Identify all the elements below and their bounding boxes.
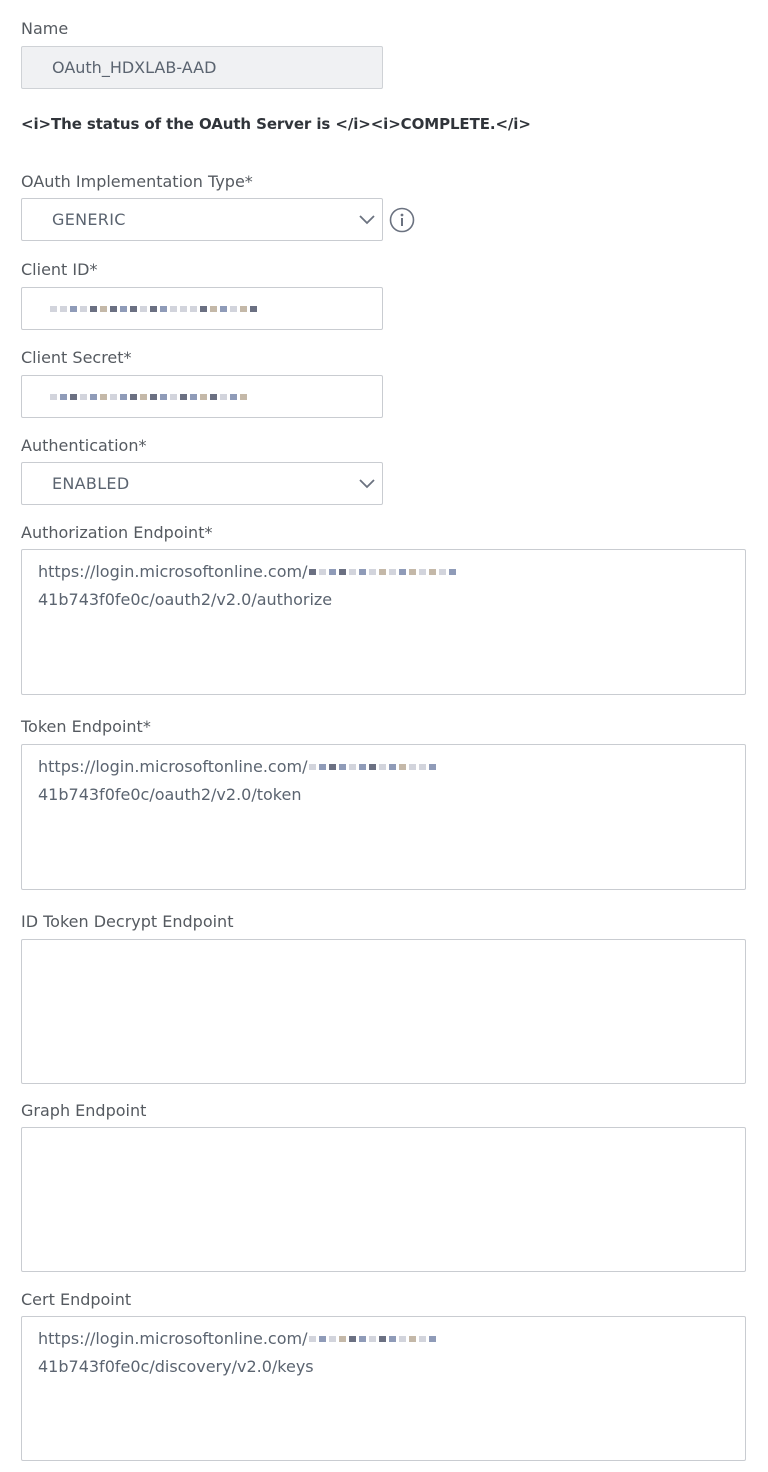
name-input[interactable]: OAuth_HDXLAB-AAD [21,46,383,89]
name-value: OAuth_HDXLAB-AAD [52,58,217,77]
token-endpoint-line2: 41b743f0fe0c/oauth2/v2.0/token [38,785,302,804]
client-id-redacted-value [48,288,257,329]
implementation-type-label: OAuth Implementation Type* [21,172,253,191]
client-secret-redacted-value [48,376,247,417]
token-endpoint-line1: https://login.microsoftonline.com/ [38,757,308,776]
cert-endpoint-label: Cert Endpoint [21,1290,132,1309]
info-circle-icon[interactable] [389,207,415,233]
chevron-down-icon [359,214,375,224]
redaction-mask [309,1336,437,1342]
authorization-endpoint-line2: 41b743f0fe0c/oauth2/v2.0/authorize [38,590,333,609]
client-secret-label: Client Secret* [21,348,132,367]
graph-endpoint-textarea[interactable] [21,1127,746,1272]
redaction-mask [50,305,257,312]
client-id-input[interactable] [21,287,383,330]
implementation-type-select[interactable]: GENERIC [21,198,383,241]
client-id-label: Client ID* [21,260,98,279]
token-endpoint-label: Token Endpoint* [21,717,151,736]
id-token-decrypt-endpoint-textarea[interactable] [21,939,746,1084]
authentication-label: Authentication* [21,436,147,455]
cert-endpoint-line1: https://login.microsoftonline.com/ [38,1329,308,1348]
chevron-down-icon [359,478,375,488]
id-token-decrypt-endpoint-label: ID Token Decrypt Endpoint [21,912,234,931]
redaction-mask [309,569,457,575]
graph-endpoint-label: Graph Endpoint [21,1101,147,1120]
cert-endpoint-line2: 41b743f0fe0c/discovery/v2.0/keys [38,1357,314,1376]
authentication-value: ENABLED [52,474,130,493]
authorization-endpoint-label: Authorization Endpoint* [21,523,213,542]
authorization-endpoint-line1: https://login.microsoftonline.com/ [38,562,308,581]
authorization-endpoint-textarea[interactable]: https://login.microsoftonline.com/ 41b74… [21,549,746,695]
cert-endpoint-textarea[interactable]: https://login.microsoftonline.com/ 41b74… [21,1316,746,1461]
authentication-select[interactable]: ENABLED [21,462,383,505]
redaction-mask [50,393,247,400]
status-message: <i>The status of the OAuth Server is </i… [21,115,531,133]
redaction-mask [309,764,437,770]
implementation-type-value: GENERIC [52,210,126,229]
name-label: Name [21,19,69,38]
client-secret-input[interactable] [21,375,383,418]
token-endpoint-textarea[interactable]: https://login.microsoftonline.com/ 41b74… [21,744,746,890]
